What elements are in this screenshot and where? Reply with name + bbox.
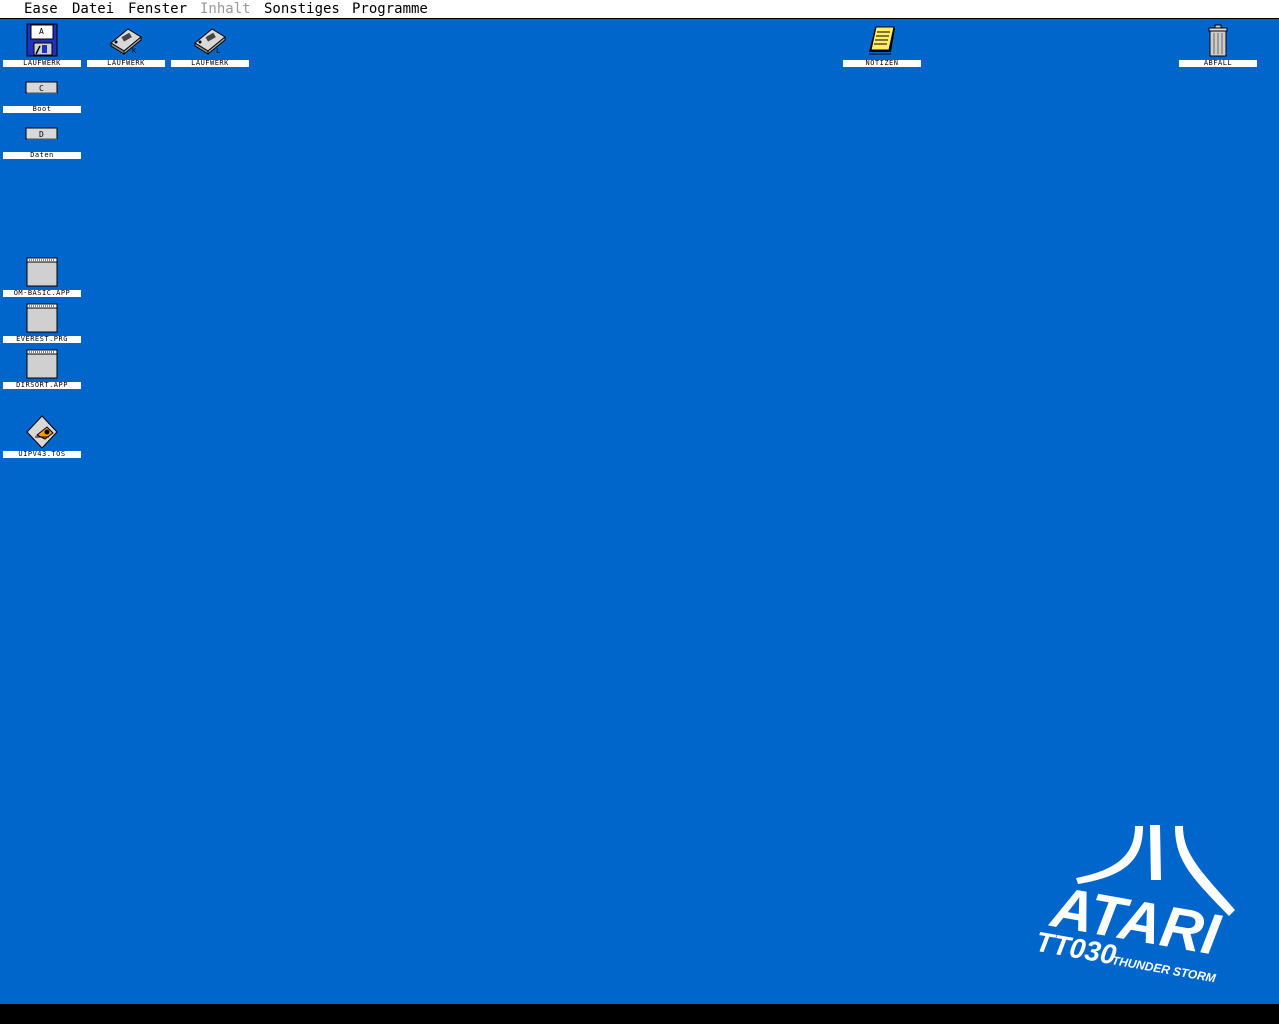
hard-drive-icon: D [25,127,58,140]
icon-label: LAUFWERK [87,60,165,67]
menu-datei[interactable]: Datei [72,0,114,18]
menu-sonstiges[interactable]: Sonstiges [264,0,340,18]
desktop-icon-abfall[interactable]: ABFALL [1179,21,1257,67]
application-icon [26,349,58,379]
application-icon [26,303,58,333]
icon-label: LAUFWERK [3,60,81,67]
icon-label: LAUFWERK [171,60,249,67]
floppy-drive-icon: A [26,23,58,57]
atari-tt030-logo: ATARI TT030 THUNDER STORM [1033,825,1235,985]
drive-letter: K [132,47,137,55]
desktop-icon-notizen[interactable]: NOTIZEN [843,21,921,67]
desktop-icon-laufwerk-a[interactable]: A LAUFWERK [3,21,81,67]
drive-letter: L [216,47,220,55]
tos-program-icon [26,415,58,449]
removable-drive-icon: L [194,28,226,55]
menu-programme[interactable]: Programme [352,0,428,18]
icon-label: NOTIZEN [843,60,921,67]
drive-letter: A [39,27,44,36]
desktop-icon-laufwerk-l[interactable]: L LAUFWERK [171,21,249,67]
removable-drive-icon: K [110,28,142,55]
menu-fenster[interactable]: Fenster [128,0,187,18]
menu-bar: Ease Datei Fenster Inhalt Sonstiges Prog… [0,0,1279,19]
icon-label: ABFALL [1179,60,1257,67]
notepad-icon [869,26,895,55]
drive-letter: C [39,84,44,93]
desktop-icon-everest[interactable]: EVEREST.PRG [3,297,81,343]
desktop-icon-boot[interactable]: C Boot [3,67,81,113]
desktop-icon-daten[interactable]: D Daten [3,113,81,159]
menu-ease[interactable]: Ease [24,0,58,18]
menu-inhalt[interactable]: Inhalt [200,0,251,18]
icon-label: Boot [3,106,81,113]
desktop-icon-dirsort[interactable]: DIRSORT.APP [3,343,81,389]
drive-letter: D [39,130,44,139]
bottom-bar [0,1004,1279,1024]
icon-label: OM-BASIC.APP [3,290,81,297]
icon-label: EVEREST.PRG [3,336,81,343]
icon-label: DIRSORT.APP [3,382,81,389]
icon-label: UIPV43.TOS [3,451,81,458]
desktop-icon-om-basic[interactable]: OM-BASIC.APP [3,251,81,297]
trash-icon [1208,24,1228,57]
hard-drive-icon: C [25,81,58,94]
desktop-icon-laufwerk-k[interactable]: K LAUFWERK [87,21,165,67]
desktop-icon-uipv43[interactable]: UIPV43.TOS [3,412,81,458]
icon-label: Daten [3,152,81,159]
application-icon [26,257,58,287]
